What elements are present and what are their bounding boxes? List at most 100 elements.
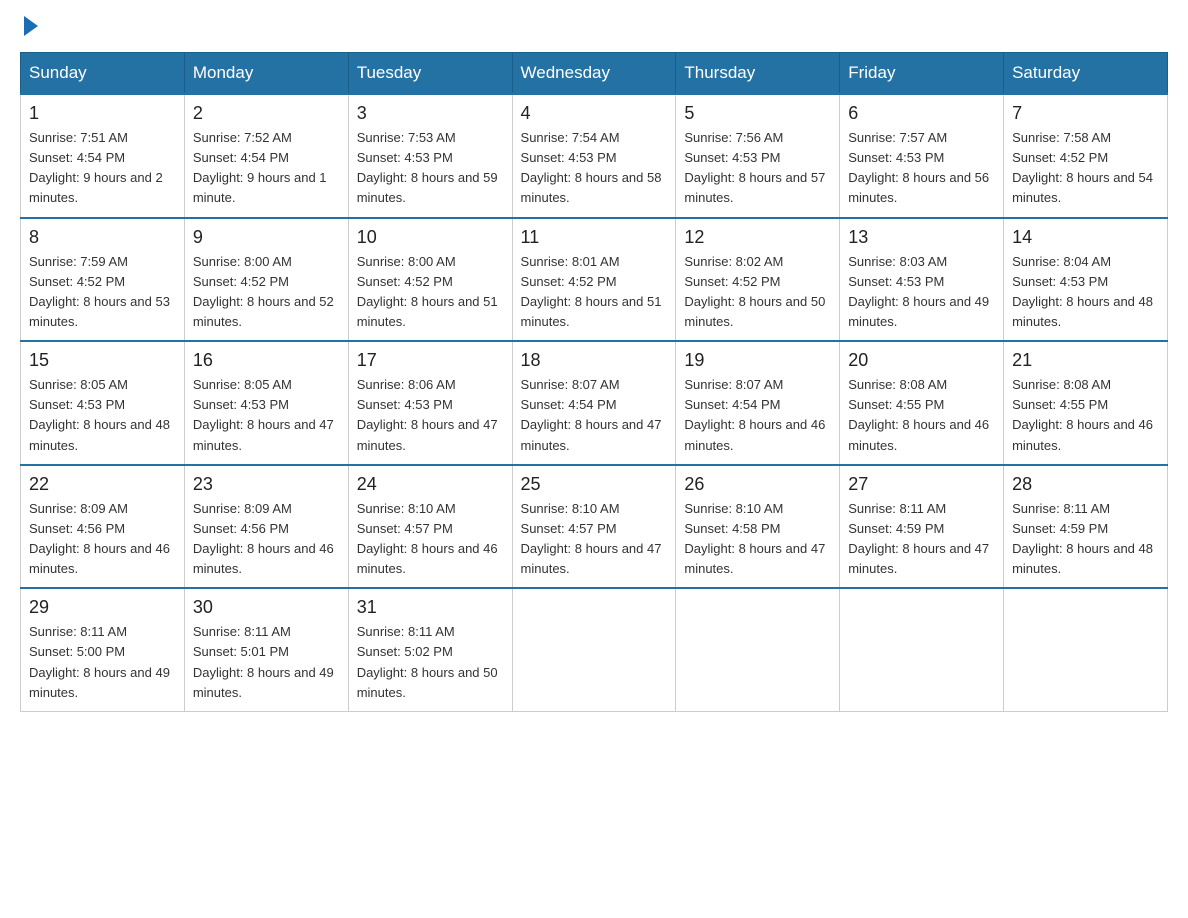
day-number: 30: [193, 597, 340, 618]
day-info: Sunrise: 7:54 AM Sunset: 4:53 PM Dayligh…: [521, 128, 668, 209]
day-number: 4: [521, 103, 668, 124]
day-cell: 24 Sunrise: 8:10 AM Sunset: 4:57 PM Dayl…: [348, 465, 512, 589]
day-number: 31: [357, 597, 504, 618]
day-info: Sunrise: 8:11 AM Sunset: 5:02 PM Dayligh…: [357, 622, 504, 703]
day-number: 1: [29, 103, 176, 124]
day-info: Sunrise: 8:06 AM Sunset: 4:53 PM Dayligh…: [357, 375, 504, 456]
day-cell: 17 Sunrise: 8:06 AM Sunset: 4:53 PM Dayl…: [348, 341, 512, 465]
weekday-header-sunday: Sunday: [21, 53, 185, 95]
day-number: 11: [521, 227, 668, 248]
day-number: 17: [357, 350, 504, 371]
day-number: 25: [521, 474, 668, 495]
day-info: Sunrise: 8:11 AM Sunset: 4:59 PM Dayligh…: [848, 499, 995, 580]
day-cell: 10 Sunrise: 8:00 AM Sunset: 4:52 PM Dayl…: [348, 218, 512, 342]
day-cell: 27 Sunrise: 8:11 AM Sunset: 4:59 PM Dayl…: [840, 465, 1004, 589]
weekday-header-thursday: Thursday: [676, 53, 840, 95]
day-cell: 11 Sunrise: 8:01 AM Sunset: 4:52 PM Dayl…: [512, 218, 676, 342]
day-cell: 18 Sunrise: 8:07 AM Sunset: 4:54 PM Dayl…: [512, 341, 676, 465]
day-cell: 29 Sunrise: 8:11 AM Sunset: 5:00 PM Dayl…: [21, 588, 185, 711]
day-info: Sunrise: 8:00 AM Sunset: 4:52 PM Dayligh…: [193, 252, 340, 333]
week-row-1: 1 Sunrise: 7:51 AM Sunset: 4:54 PM Dayli…: [21, 94, 1168, 218]
day-cell: 30 Sunrise: 8:11 AM Sunset: 5:01 PM Dayl…: [184, 588, 348, 711]
day-cell: 22 Sunrise: 8:09 AM Sunset: 4:56 PM Dayl…: [21, 465, 185, 589]
day-cell: 14 Sunrise: 8:04 AM Sunset: 4:53 PM Dayl…: [1004, 218, 1168, 342]
day-number: 23: [193, 474, 340, 495]
day-info: Sunrise: 8:09 AM Sunset: 4:56 PM Dayligh…: [29, 499, 176, 580]
day-number: 14: [1012, 227, 1159, 248]
day-number: 27: [848, 474, 995, 495]
day-cell: [676, 588, 840, 711]
day-cell: 4 Sunrise: 7:54 AM Sunset: 4:53 PM Dayli…: [512, 94, 676, 218]
day-number: 2: [193, 103, 340, 124]
day-number: 20: [848, 350, 995, 371]
day-info: Sunrise: 7:52 AM Sunset: 4:54 PM Dayligh…: [193, 128, 340, 209]
day-cell: [1004, 588, 1168, 711]
week-row-4: 22 Sunrise: 8:09 AM Sunset: 4:56 PM Dayl…: [21, 465, 1168, 589]
day-cell: 15 Sunrise: 8:05 AM Sunset: 4:53 PM Dayl…: [21, 341, 185, 465]
day-info: Sunrise: 8:00 AM Sunset: 4:52 PM Dayligh…: [357, 252, 504, 333]
day-cell: 25 Sunrise: 8:10 AM Sunset: 4:57 PM Dayl…: [512, 465, 676, 589]
day-number: 15: [29, 350, 176, 371]
day-info: Sunrise: 8:05 AM Sunset: 4:53 PM Dayligh…: [193, 375, 340, 456]
day-number: 24: [357, 474, 504, 495]
day-info: Sunrise: 8:11 AM Sunset: 4:59 PM Dayligh…: [1012, 499, 1159, 580]
day-number: 8: [29, 227, 176, 248]
day-cell: 1 Sunrise: 7:51 AM Sunset: 4:54 PM Dayli…: [21, 94, 185, 218]
day-cell: 26 Sunrise: 8:10 AM Sunset: 4:58 PM Dayl…: [676, 465, 840, 589]
day-number: 10: [357, 227, 504, 248]
day-number: 22: [29, 474, 176, 495]
day-cell: 12 Sunrise: 8:02 AM Sunset: 4:52 PM Dayl…: [676, 218, 840, 342]
logo-triangle-icon: [24, 16, 38, 36]
day-info: Sunrise: 8:02 AM Sunset: 4:52 PM Dayligh…: [684, 252, 831, 333]
weekday-header-friday: Friday: [840, 53, 1004, 95]
day-info: Sunrise: 8:10 AM Sunset: 4:57 PM Dayligh…: [357, 499, 504, 580]
day-cell: [840, 588, 1004, 711]
day-info: Sunrise: 8:08 AM Sunset: 4:55 PM Dayligh…: [848, 375, 995, 456]
day-number: 7: [1012, 103, 1159, 124]
day-info: Sunrise: 8:07 AM Sunset: 4:54 PM Dayligh…: [521, 375, 668, 456]
day-info: Sunrise: 8:08 AM Sunset: 4:55 PM Dayligh…: [1012, 375, 1159, 456]
day-cell: 21 Sunrise: 8:08 AM Sunset: 4:55 PM Dayl…: [1004, 341, 1168, 465]
day-number: 28: [1012, 474, 1159, 495]
page-header: [20, 20, 1168, 36]
day-info: Sunrise: 8:07 AM Sunset: 4:54 PM Dayligh…: [684, 375, 831, 456]
day-info: Sunrise: 7:58 AM Sunset: 4:52 PM Dayligh…: [1012, 128, 1159, 209]
day-cell: 13 Sunrise: 8:03 AM Sunset: 4:53 PM Dayl…: [840, 218, 1004, 342]
day-number: 3: [357, 103, 504, 124]
calendar-table: SundayMondayTuesdayWednesdayThursdayFrid…: [20, 52, 1168, 712]
day-number: 5: [684, 103, 831, 124]
day-cell: 6 Sunrise: 7:57 AM Sunset: 4:53 PM Dayli…: [840, 94, 1004, 218]
weekday-header-monday: Monday: [184, 53, 348, 95]
day-cell: 8 Sunrise: 7:59 AM Sunset: 4:52 PM Dayli…: [21, 218, 185, 342]
day-cell: [512, 588, 676, 711]
day-cell: 28 Sunrise: 8:11 AM Sunset: 4:59 PM Dayl…: [1004, 465, 1168, 589]
week-row-2: 8 Sunrise: 7:59 AM Sunset: 4:52 PM Dayli…: [21, 218, 1168, 342]
day-info: Sunrise: 8:01 AM Sunset: 4:52 PM Dayligh…: [521, 252, 668, 333]
day-info: Sunrise: 8:10 AM Sunset: 4:58 PM Dayligh…: [684, 499, 831, 580]
day-number: 12: [684, 227, 831, 248]
day-number: 19: [684, 350, 831, 371]
day-number: 6: [848, 103, 995, 124]
day-cell: 31 Sunrise: 8:11 AM Sunset: 5:02 PM Dayl…: [348, 588, 512, 711]
day-cell: 9 Sunrise: 8:00 AM Sunset: 4:52 PM Dayli…: [184, 218, 348, 342]
day-info: Sunrise: 8:10 AM Sunset: 4:57 PM Dayligh…: [521, 499, 668, 580]
week-row-5: 29 Sunrise: 8:11 AM Sunset: 5:00 PM Dayl…: [21, 588, 1168, 711]
day-cell: 7 Sunrise: 7:58 AM Sunset: 4:52 PM Dayli…: [1004, 94, 1168, 218]
logo: [20, 20, 38, 36]
day-info: Sunrise: 7:57 AM Sunset: 4:53 PM Dayligh…: [848, 128, 995, 209]
day-info: Sunrise: 8:03 AM Sunset: 4:53 PM Dayligh…: [848, 252, 995, 333]
day-cell: 20 Sunrise: 8:08 AM Sunset: 4:55 PM Dayl…: [840, 341, 1004, 465]
day-info: Sunrise: 8:04 AM Sunset: 4:53 PM Dayligh…: [1012, 252, 1159, 333]
day-cell: 2 Sunrise: 7:52 AM Sunset: 4:54 PM Dayli…: [184, 94, 348, 218]
day-number: 16: [193, 350, 340, 371]
day-number: 21: [1012, 350, 1159, 371]
day-info: Sunrise: 8:11 AM Sunset: 5:01 PM Dayligh…: [193, 622, 340, 703]
day-number: 18: [521, 350, 668, 371]
weekday-header-row: SundayMondayTuesdayWednesdayThursdayFrid…: [21, 53, 1168, 95]
day-cell: 3 Sunrise: 7:53 AM Sunset: 4:53 PM Dayli…: [348, 94, 512, 218]
day-info: Sunrise: 7:56 AM Sunset: 4:53 PM Dayligh…: [684, 128, 831, 209]
day-info: Sunrise: 8:05 AM Sunset: 4:53 PM Dayligh…: [29, 375, 176, 456]
day-cell: 16 Sunrise: 8:05 AM Sunset: 4:53 PM Dayl…: [184, 341, 348, 465]
day-number: 29: [29, 597, 176, 618]
day-number: 13: [848, 227, 995, 248]
